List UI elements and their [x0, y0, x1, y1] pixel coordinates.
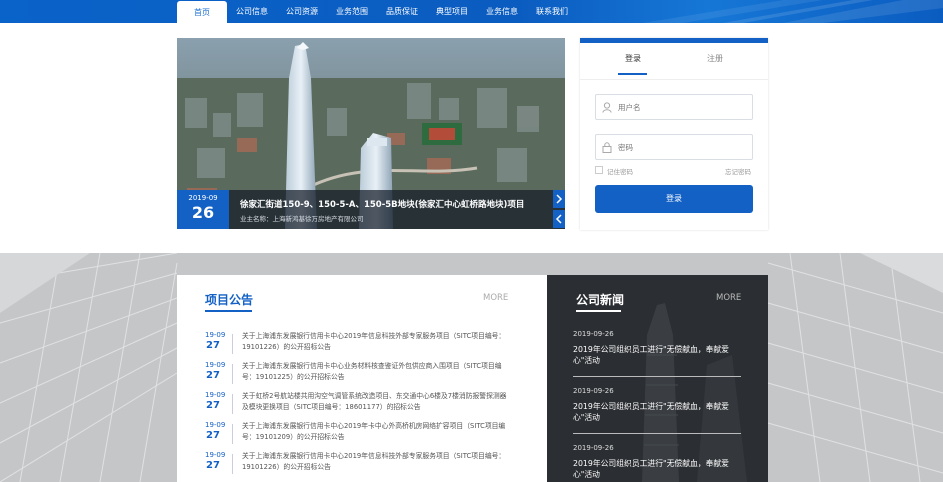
notice-item[interactable]: 19-09 27 关于上海浦东发展银行信用卡中心业务材料核查鉴证外包供应商入围项… [205, 361, 525, 389]
chevron-right-icon [556, 194, 563, 204]
remember-checkbox[interactable] [595, 166, 603, 174]
notice-item-day: 27 [206, 340, 220, 351]
banner-date: 2019-09 26 [177, 190, 229, 229]
notice-title-underline [205, 310, 252, 312]
notice-item-month: 19-09 [205, 331, 226, 339]
notice-item-divider [232, 454, 233, 474]
notice-item-text[interactable]: 关于上海浦东发展银行信用卡中心业务材料核查鉴证外包供应商入围项目（SITC项目编… [242, 361, 512, 383]
tab-login[interactable]: 登录 [625, 53, 641, 64]
news-item-title[interactable]: 2019年公司组织员工进行"无偿献血，奉献爱心"活动 [573, 458, 743, 480]
remember-label: 记住密码 [607, 168, 633, 176]
news-item-date: 2019-09-26 [573, 444, 614, 452]
notice-item-text[interactable]: 关于上海浦东发展银行信用卡中心2019年信息科技外部专家服务项目（SITC项目编… [242, 331, 512, 353]
notice-more-link[interactable]: MORE [483, 293, 508, 303]
notice-item-text[interactable]: 关于上海浦东发展银行信用卡中心2019年卡中心外高桥机房网络扩容项目（SITC项… [242, 421, 512, 443]
news-item[interactable]: 2019-09-26 2019年公司组织员工进行"无偿献血，奉献爱心"活动 [573, 330, 743, 366]
login-button[interactable]: 登录 [595, 185, 753, 213]
notice-item-month: 19-09 [205, 451, 226, 459]
notice-item-day: 27 [206, 400, 220, 411]
news-title: 公司新闻 [576, 293, 625, 307]
nav-item-projects[interactable]: 典型项目 [432, 0, 472, 23]
news-item-date: 2019-09-26 [573, 330, 614, 338]
tab-divider [580, 79, 768, 80]
password-field[interactable] [595, 134, 753, 160]
project-notice-panel: 项目公告 MORE 19-09 27 关于上海浦东发展银行信用卡中心2019年信… [177, 275, 547, 482]
notice-item-day: 27 [206, 370, 220, 381]
lock-icon [602, 142, 612, 153]
notice-item-text[interactable]: 关于上海浦东发展银行信用卡中心2019年信息科技外部专家服务项目（SITC项目编… [242, 451, 512, 473]
tab-register[interactable]: 注册 [707, 53, 723, 64]
notice-item-month: 19-09 [205, 361, 226, 369]
news-more-link[interactable]: MORE [716, 293, 741, 303]
notice-item-divider [232, 424, 233, 444]
news-item[interactable]: 2019-09-26 2019年公司组织员工进行"无偿献血，奉献爱心"活动 [573, 444, 743, 480]
nav-item-business-info[interactable]: 业务信息 [482, 0, 522, 23]
username-input[interactable] [618, 100, 748, 114]
nav-item-company-info[interactable]: 公司信息 [232, 0, 272, 23]
chevron-left-icon [555, 214, 562, 224]
news-separator [573, 376, 741, 377]
notice-item[interactable]: 19-09 27 关于上海浦东发展银行信用卡中心2019年信息科技外部专家服务项… [205, 451, 525, 479]
notice-item-divider [232, 364, 233, 384]
company-news-panel: 公司新闻 MORE 2019-09-26 2019年公司组织员工进行"无偿献血，… [547, 275, 768, 482]
news-item-title[interactable]: 2019年公司组织员工进行"无偿献血，奉献爱心"活动 [573, 344, 743, 366]
nav-item-business-scope[interactable]: 业务范围 [332, 0, 372, 23]
login-panel: 登录 注册 记住密码 忘记密码 登录 [580, 38, 768, 230]
user-icon [602, 102, 612, 113]
notice-item-divider [232, 394, 233, 414]
banner-prev-button[interactable] [553, 210, 565, 228]
news-title-underline [576, 310, 621, 312]
notice-item[interactable]: 19-09 27 关于上海浦东发展银行信用卡中心2019年信息科技外部专家服务项… [205, 331, 525, 359]
notice-item-month: 19-09 [205, 421, 226, 429]
nav-decoration [523, 0, 943, 23]
notice-item[interactable]: 19-09 27 关于上海浦东发展银行信用卡中心2019年卡中心外高桥机房网络扩… [205, 421, 525, 449]
banner-next-button[interactable] [553, 190, 565, 208]
notice-item-day: 27 [206, 460, 220, 471]
banner-caption: 2019-09 26 徐家汇街道150-9、150-5-A、150-5B地块(徐… [177, 190, 565, 229]
nav-item-company-resources[interactable]: 公司资源 [282, 0, 322, 23]
username-field[interactable] [595, 94, 753, 120]
nav-item-contact[interactable]: 联系我们 [532, 0, 572, 23]
notice-item[interactable]: 19-09 27 关于虹桥2号航站楼共用沟空气调管系统改造项目、东交通中心6楼及… [205, 391, 525, 419]
news-separator [573, 433, 741, 434]
news-item-date: 2019-09-26 [573, 387, 614, 395]
banner-title[interactable]: 徐家汇街道150-9、150-5-A、150-5B地块(徐家汇中心虹桥路地块)项… [240, 198, 524, 210]
forgot-password-link[interactable]: 忘记密码 [725, 166, 751, 176]
tab-active-underline [618, 73, 647, 75]
banner-subtitle: 业主名称：上海新鸿基徐万房地产有限公司 [240, 215, 364, 223]
news-item-title[interactable]: 2019年公司组织员工进行"无偿献血，奉献爱心"活动 [573, 401, 743, 423]
nav-item-home[interactable]: 首页 [177, 1, 227, 23]
notice-item-text[interactable]: 关于虹桥2号航站楼共用沟空气调管系统改造项目、东交通中心6楼及7楼消防报警探测器… [242, 391, 512, 413]
notice-item-divider [232, 334, 233, 354]
news-item[interactable]: 2019-09-26 2019年公司组织员工进行"无偿献血，奉献爱心"活动 [573, 387, 743, 423]
notice-title: 项目公告 [205, 293, 254, 307]
notice-item-day: 27 [206, 430, 220, 441]
banner-carousel[interactable]: 2019-09 26 徐家汇街道150-9、150-5-A、150-5B地块(徐… [177, 38, 565, 229]
banner-date-day: 26 [191, 203, 215, 222]
top-nav: 首页 公司信息 公司资源 业务范围 品质保证 典型项目 业务信息 联系我们 [0, 0, 943, 23]
notice-item-month: 19-09 [205, 391, 226, 399]
nav-item-quality[interactable]: 品质保证 [382, 0, 422, 23]
banner-date-month: 2019-09 [188, 194, 218, 202]
password-input[interactable] [618, 140, 748, 154]
